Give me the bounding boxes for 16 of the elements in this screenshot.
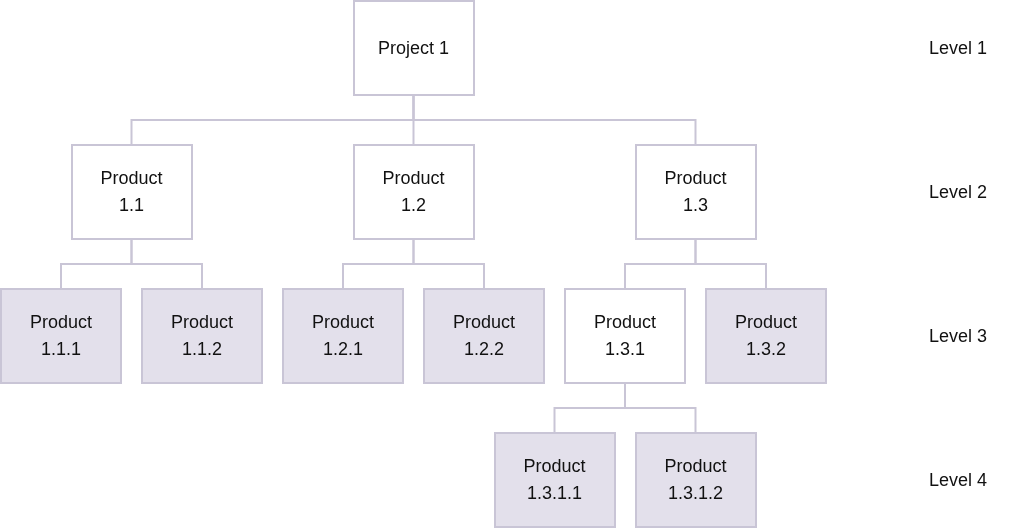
- tree-node: Product 1.3.1.2: [634, 432, 757, 528]
- tree-node: Product 1.2.2: [423, 288, 545, 384]
- tree-node: Product 1.1.1: [0, 288, 122, 384]
- tree-node: Product 1.1.2: [141, 288, 263, 384]
- tree-node: Project 1: [352, 0, 475, 96]
- tree-node: Product 1.3.2: [705, 288, 827, 384]
- tree-node: Product 1.1: [70, 144, 193, 240]
- tree-node: Product 1.3: [634, 144, 757, 240]
- tree-node: Product 1.3.1: [564, 288, 686, 384]
- tree-node: Product 1.2: [352, 144, 475, 240]
- tree-node: Product 1.2.1: [282, 288, 404, 384]
- level-label: Level 4: [929, 469, 988, 492]
- level-label: Level 3: [929, 325, 988, 348]
- tree-node: Product 1.3.1.1: [493, 432, 616, 528]
- level-label: Level 2: [929, 181, 988, 204]
- level-label: Level 1: [929, 37, 988, 60]
